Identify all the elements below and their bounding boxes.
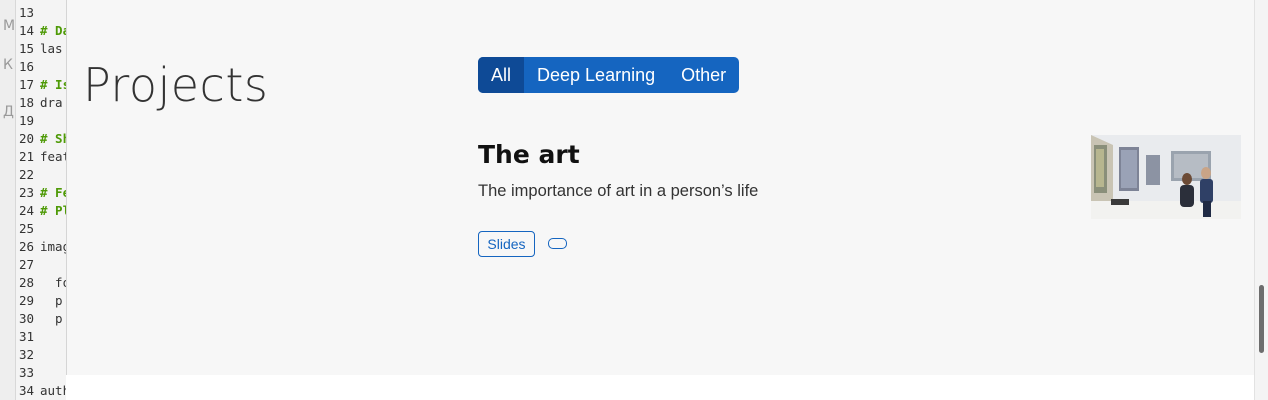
code-line[interactable]: 24 # Pl — [19, 202, 66, 220]
projects-section: Projects All Deep Learning Other The art… — [66, 0, 1254, 375]
code-text: p — [40, 311, 63, 326]
filter-other-button[interactable]: Other — [668, 57, 739, 93]
line-number: 32 — [19, 347, 35, 362]
code-line[interactable]: 26 imag — [19, 238, 66, 256]
filter-deep-learning-button[interactable]: Deep Learning — [524, 57, 668, 93]
code-line[interactable]: 23 # Fe — [19, 184, 66, 202]
line-number: 17 — [19, 77, 35, 92]
project-title[interactable]: The art — [478, 140, 580, 169]
line-number: 30 — [19, 311, 35, 326]
line-number: 25 — [19, 221, 35, 236]
slides-button[interactable]: Slides — [478, 231, 535, 257]
line-number: 15 — [19, 41, 35, 56]
line-number: 23 — [19, 185, 35, 200]
code-line[interactable]: 15 las — [19, 40, 63, 58]
code-line[interactable]: 33 — [19, 364, 40, 382]
code-line[interactable]: 32 — [19, 346, 40, 364]
code-line[interactable]: 25 — [19, 220, 40, 238]
editor-side-glyph: К — [3, 57, 13, 73]
project-thumbnail[interactable] — [1091, 135, 1241, 219]
editor-side-glyph: М — [3, 18, 16, 34]
line-number: 13 — [19, 5, 35, 20]
gallery-photo-icon — [1091, 135, 1241, 219]
code-comment: # Is — [40, 77, 66, 92]
code-line[interactable]: 34 auth — [19, 382, 66, 400]
code-text: p — [40, 293, 63, 308]
empty-link-button[interactable] — [548, 238, 567, 249]
code-comment: # Da — [40, 23, 66, 38]
window-scrollbar-thumb[interactable] — [1259, 285, 1264, 353]
code-line[interactable]: 27 — [19, 256, 40, 274]
code-line[interactable]: 18 dra — [19, 94, 63, 112]
code-line[interactable]: 20 # Sh — [19, 130, 66, 148]
code-comment: # Pl — [40, 203, 66, 218]
code-text: fo — [55, 275, 66, 290]
line-number: 18 — [19, 95, 35, 110]
code-text: auth — [40, 383, 66, 398]
line-number: 19 — [19, 113, 35, 128]
code-comment: # Fe — [40, 185, 66, 200]
code-line[interactable]: 28 fo — [19, 274, 66, 292]
code-line[interactable]: 30 p — [19, 310, 63, 328]
page-title: Projects — [83, 58, 269, 112]
code-text: las — [40, 41, 63, 56]
page-below-section — [66, 375, 1254, 400]
line-number: 27 — [19, 257, 35, 272]
code-line[interactable]: 29 p — [19, 292, 63, 310]
project-filter-group: All Deep Learning Other — [478, 57, 740, 93]
line-number: 21 — [19, 149, 35, 164]
code-text: dra — [40, 95, 63, 110]
editor-side-glyph: Д — [3, 104, 14, 120]
line-number: 33 — [19, 365, 35, 380]
code-line[interactable]: 17 # Is — [19, 76, 66, 94]
code-editor: М К Д 13 14 # Da 15 las 16 17 # Is 18 dra 19 20 # Sh… — [0, 0, 66, 400]
code-line[interactable]: 19 — [19, 112, 40, 130]
code-comment: # Sh — [40, 131, 66, 146]
line-number: 34 — [19, 383, 35, 398]
line-number: 14 — [19, 23, 35, 38]
code-line[interactable]: 14 # Da — [19, 22, 66, 40]
window-scrollbar[interactable] — [1254, 0, 1268, 400]
code-line[interactable]: 13 — [19, 4, 40, 22]
filter-all-button[interactable]: All — [478, 57, 525, 93]
code-line[interactable]: 16 — [19, 58, 40, 76]
line-number: 24 — [19, 203, 35, 218]
line-number: 29 — [19, 293, 35, 308]
code-line[interactable]: 21 feat — [19, 148, 66, 166]
line-number: 20 — [19, 131, 35, 146]
line-number: 26 — [19, 239, 35, 254]
code-text: feat — [40, 149, 66, 164]
line-number: 28 — [19, 275, 35, 290]
project-summary: The importance of art in a person’s life — [478, 182, 759, 200]
code-line[interactable]: 31 — [19, 328, 40, 346]
line-number: 22 — [19, 167, 35, 182]
line-number: 16 — [19, 59, 35, 74]
code-line[interactable]: 22 — [19, 166, 40, 184]
line-number: 31 — [19, 329, 35, 344]
code-text: imag — [40, 239, 66, 254]
